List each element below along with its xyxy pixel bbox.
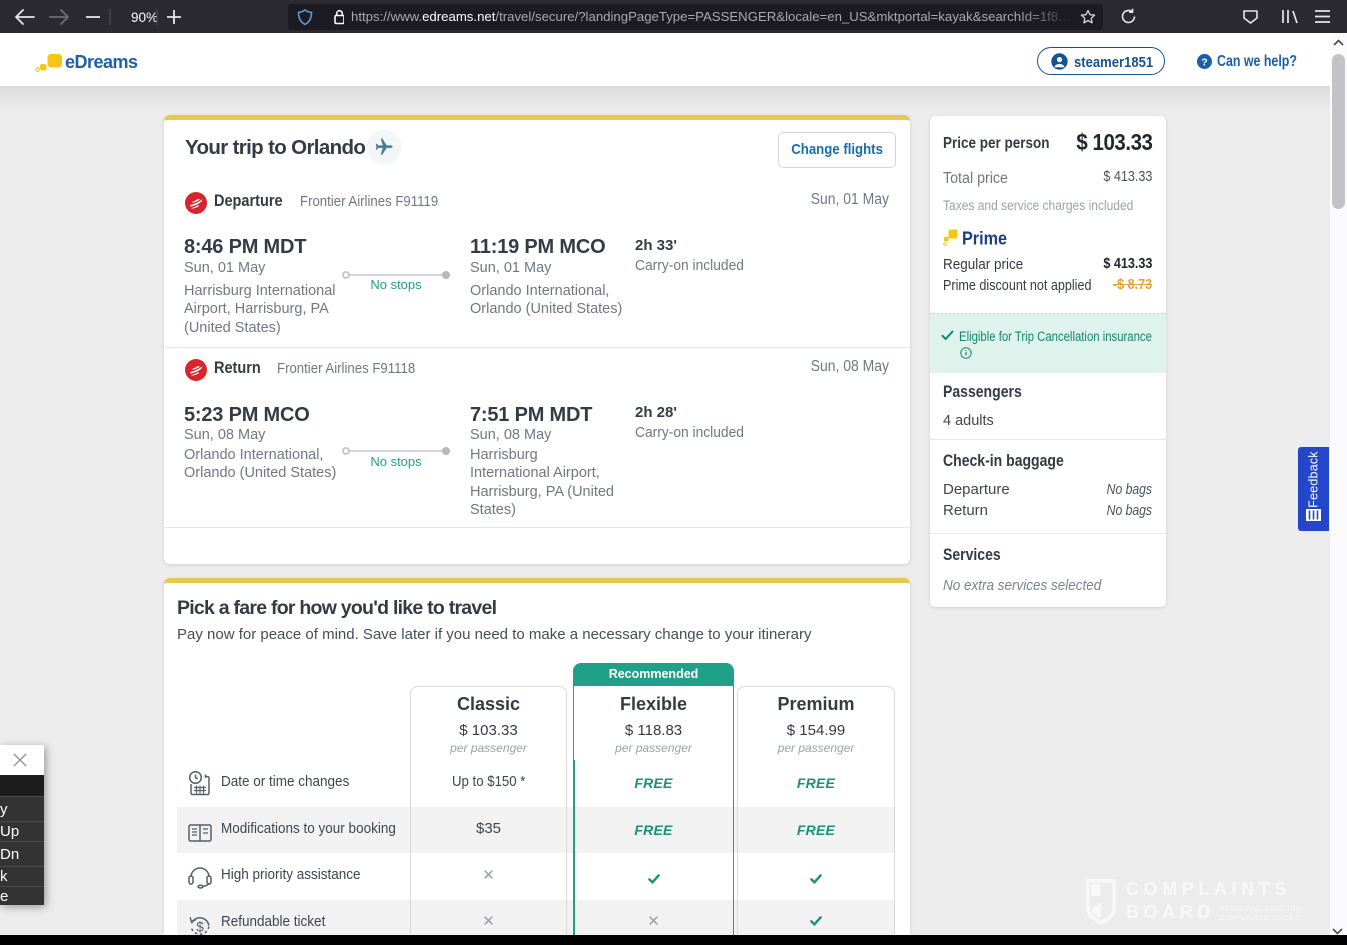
svg-text:$: $	[196, 920, 204, 935]
svg-text:?: ?	[1201, 56, 1207, 68]
svg-text:COMPLAINTS SINCE 2004: COMPLAINTS SINCE 2004	[1219, 913, 1302, 922]
svg-text:BOARD: BOARD	[1126, 902, 1215, 922]
svg-text:eDreams: eDreams	[65, 52, 138, 72]
svg-text:RESOLVING CONSUMER: RESOLVING CONSUMER	[1219, 904, 1302, 913]
svg-text:90%: 90%	[131, 10, 158, 25]
svg-text:Prime: Prime	[962, 228, 1007, 249]
svg-text:COMPLAINTS: COMPLAINTS	[1126, 879, 1291, 899]
